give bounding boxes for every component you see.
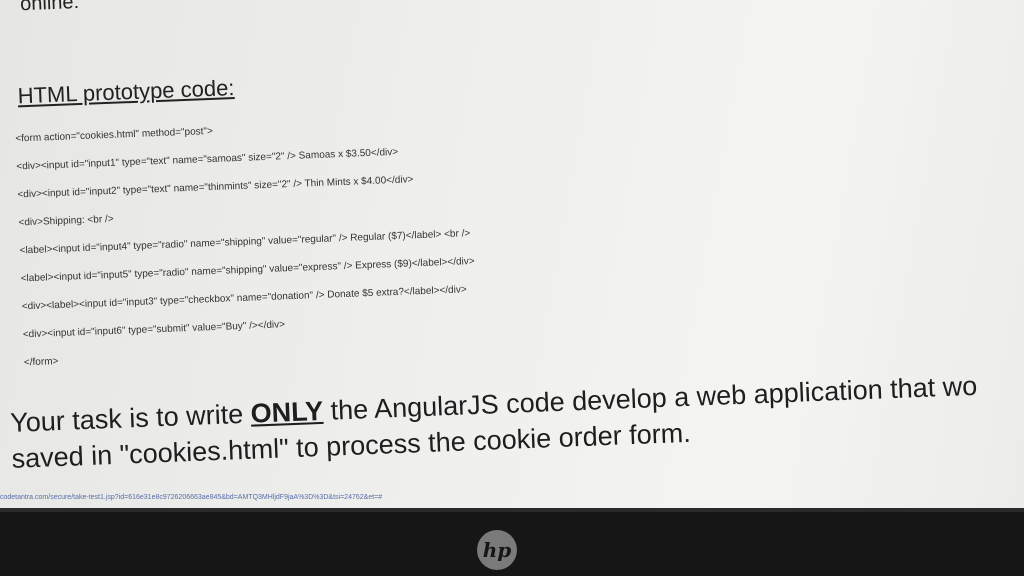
- code-line-input4: <label><input id="input4" type="radio" n…: [19, 228, 471, 257]
- monitor-screen: online: HTML prototype code: <form actio…: [0, 0, 1024, 508]
- code-line-shipping: <div>Shipping: <br />: [18, 213, 114, 229]
- code-line-form-close: </form>: [23, 356, 59, 369]
- task-text-only: ONLY: [250, 395, 324, 429]
- section-heading-online: online:: [19, 0, 80, 16]
- code-line-input5: <label><input id="input5" type="radio" n…: [20, 255, 475, 285]
- code-line-input3: <div><label><input id="input3" type="che…: [21, 284, 467, 313]
- status-bar-url: codetantra.com/secure/take-test1.jsp?id=…: [0, 494, 383, 501]
- code-line-input2: <div><input id="input2" type="text" name…: [17, 174, 414, 201]
- task-text-post: the AngularJS code develop a web applica…: [322, 370, 978, 426]
- code-line-form-open: <form action="cookies.html" method="post…: [15, 125, 214, 145]
- section-heading-html-prototype: HTML prototype code:: [17, 75, 235, 109]
- task-text-pre: Your task is to write: [9, 398, 252, 438]
- bezel-edge: [0, 508, 1024, 512]
- page-content: online: HTML prototype code: <form actio…: [0, 0, 1024, 508]
- code-line-input1: <div><input id="input1" type="text" name…: [16, 146, 399, 173]
- code-line-input6: <div><input id="input6" type="submit" va…: [22, 319, 286, 341]
- hp-logo-icon: hp: [477, 530, 517, 570]
